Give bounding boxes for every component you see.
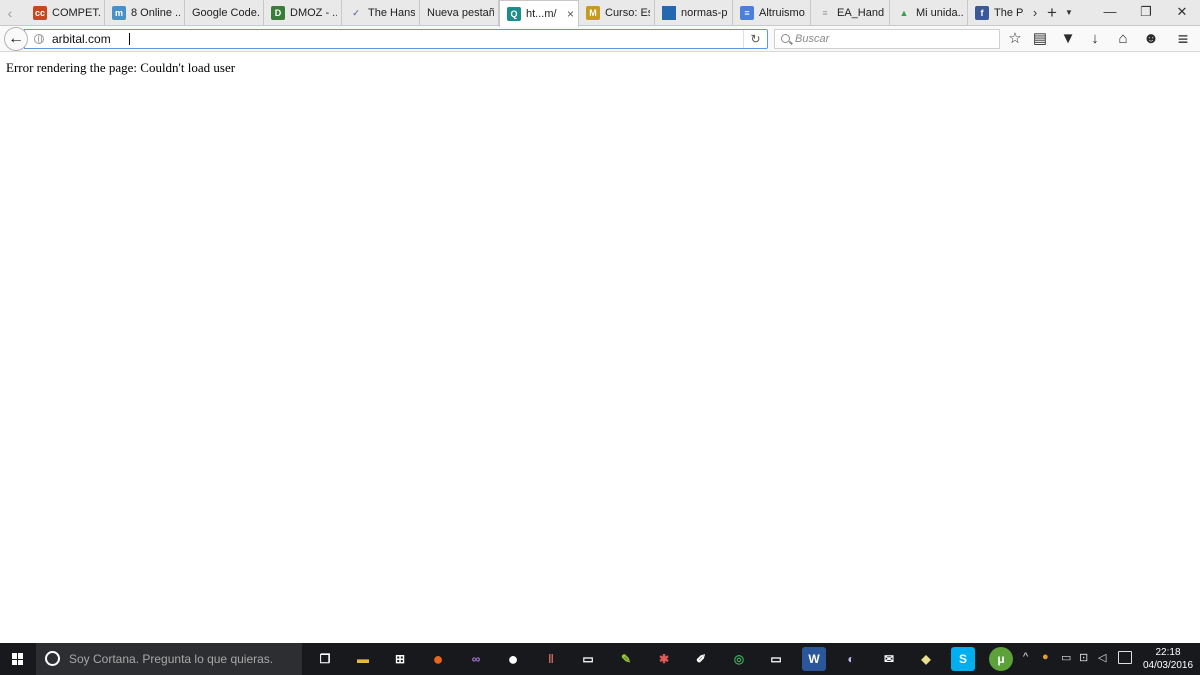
tab-label: normas-p... — [681, 7, 728, 19]
eclipse-icon[interactable]: ◐ — [839, 647, 863, 671]
clock-date: 04/03/2016 — [1142, 660, 1194, 671]
tab-active[interactable]: Q ht...m/ × — [499, 0, 579, 27]
close-tab-icon[interactable]: × — [561, 7, 574, 21]
store-icon[interactable]: ⊞ — [388, 647, 412, 671]
page-icon: Q — [507, 7, 521, 21]
docs-icon: ≡ — [740, 6, 754, 20]
restore-button[interactable]: ❐ — [1128, 0, 1164, 26]
bookmarks-list-icon[interactable]: ▤ — [1028, 26, 1052, 52]
url-input[interactable] — [52, 30, 732, 48]
hans-logo-icon: ✓ — [352, 8, 360, 18]
network-icon[interactable]: ⊡ — [1079, 651, 1088, 664]
windows-logo-icon — [12, 653, 24, 665]
tab-nueva-pestana[interactable]: Nueva pestaña — [420, 0, 499, 26]
tab-label: The Pare — [994, 7, 1024, 19]
search-input[interactable] — [795, 30, 995, 48]
tab-label: Mi unida... — [916, 7, 963, 19]
green-app-icon[interactable]: ◎ — [727, 647, 751, 671]
search-bar[interactable] — [774, 29, 1000, 49]
tab-label: DMOZ - ... — [290, 7, 337, 19]
tab-list: cc COMPET... m 8 Online ... Google Code.… — [26, 0, 1030, 27]
tab-curso[interactable]: M Curso: Est... — [579, 0, 655, 26]
tab-dmoz[interactable]: D DMOZ - ... — [264, 0, 342, 26]
globe-icon — [34, 34, 44, 44]
word-icon[interactable]: W — [802, 647, 826, 671]
tab-ea-hand[interactable]: ≡ EA_Hand... — [811, 0, 890, 26]
minimize-button[interactable]: — — [1092, 0, 1128, 26]
tab-label: Nueva pestaña — [427, 7, 494, 19]
clock[interactable]: 22:18 04/03/2016 — [1140, 646, 1196, 672]
new-tab-button[interactable]: + — [1044, 0, 1060, 26]
github-icon[interactable]: ● — [501, 647, 525, 671]
normas-logo-icon — [662, 6, 676, 20]
tab-the-pare[interactable]: f The Pare — [968, 0, 1028, 26]
mail-icon[interactable]: ✉ — [877, 647, 901, 671]
tab-strip: ‹ cc COMPET... m 8 Online ... Google Cod… — [0, 0, 1200, 27]
tab-list-dropdown-button[interactable]: ▼ — [1062, 0, 1076, 26]
tab-8-online[interactable]: m 8 Online ... — [105, 0, 185, 26]
curso-logo-icon: M — [586, 6, 600, 20]
clock-time: 22:18 — [1155, 647, 1181, 658]
action-center-icon[interactable] — [1118, 651, 1132, 664]
tabs-scroll-left-button[interactable]: ‹ — [0, 0, 20, 26]
drive-icon: ▲ — [899, 8, 909, 18]
tab-label: 8 Online ... — [131, 7, 180, 19]
terminal-icon[interactable]: ▭ — [764, 647, 788, 671]
dmoz-logo-icon: D — [271, 6, 285, 20]
security-icon[interactable]: ● — [1042, 651, 1049, 663]
error-message: Error rendering the page: Couldn't load … — [6, 60, 236, 75]
page-content: Error rendering the page: Couldn't load … — [0, 53, 1200, 643]
cortana-icon — [45, 651, 60, 666]
tab-compet[interactable]: cc COMPET... — [26, 0, 105, 26]
cortana-search-box[interactable]: Soy Cortana. Pregunta lo que quieras. — [36, 643, 302, 675]
back-button[interactable]: ← — [4, 27, 28, 51]
utorrent-icon[interactable]: μ — [989, 647, 1013, 671]
tab-label: Google Code... — [192, 7, 259, 19]
tab-altruismo[interactable]: ≡ Altruismo... — [733, 0, 811, 26]
tab-label: EA_Hand... — [837, 7, 885, 19]
taskbar: Soy Cortana. Pregunta lo que quieras. ❐ … — [0, 643, 1200, 675]
close-window-button[interactable]: ✕ — [1164, 0, 1200, 26]
menu-icon[interactable]: ≡ — [1171, 26, 1195, 52]
editor-icon[interactable]: ✎ — [614, 647, 638, 671]
home-icon[interactable]: ⌂ — [1111, 26, 1135, 52]
search-icon — [781, 34, 790, 43]
battery-icon[interactable]: ▭ — [1061, 651, 1071, 664]
cc-logo-icon: cc — [33, 6, 47, 20]
volume-icon[interactable]: ◁ — [1098, 651, 1106, 664]
tab-mi-unidad[interactable]: ▲ Mi unida... — [890, 0, 968, 26]
folder-app-icon[interactable]: ◆ — [914, 647, 938, 671]
start-button[interactable] — [0, 643, 36, 675]
spider-icon[interactable]: ✱ — [652, 647, 676, 671]
m-logo-icon: m — [112, 6, 126, 20]
visual-studio-icon[interactable]: ∞ — [464, 647, 488, 671]
tab-label: Altruismo... — [759, 7, 806, 19]
file-icon: ≡ — [822, 8, 828, 18]
tab-normas[interactable]: normas-p... — [655, 0, 733, 26]
tabs-scroll-right-button[interactable]: › — [1027, 0, 1043, 26]
download-icon[interactable]: ↓ — [1083, 26, 1107, 52]
notepad-icon[interactable]: ✐ — [689, 647, 713, 671]
pocket-icon[interactable]: ▼ — [1056, 26, 1080, 52]
tab-label: COMPET... — [52, 7, 100, 19]
file-explorer-icon[interactable]: ▬ — [351, 647, 375, 671]
tab-label: ht...m/ — [526, 8, 557, 20]
skype-icon[interactable]: S — [951, 647, 975, 671]
tab-the-hans[interactable]: ✓ The Hans... — [342, 0, 420, 26]
tab-label: Curso: Est... — [605, 7, 650, 19]
url-bar[interactable]: ↻ — [24, 29, 768, 49]
tab-google-code[interactable]: Google Code... — [185, 0, 264, 26]
reload-button[interactable]: ↻ — [743, 30, 767, 48]
text-caret — [129, 33, 130, 45]
firefox-icon[interactable]: ● — [426, 647, 450, 671]
tab-label: The Hans... — [368, 7, 415, 19]
task-view-icon[interactable]: ❐ — [313, 647, 337, 671]
show-hidden-icons-icon[interactable]: ^ — [1023, 651, 1028, 663]
console-icon[interactable]: ▭ — [576, 647, 600, 671]
facebook-icon: f — [975, 6, 989, 20]
bookmark-star-icon[interactable]: ☆ — [1003, 26, 1027, 52]
library-icon[interactable]: ‖ — [539, 647, 563, 671]
cortana-placeholder: Soy Cortana. Pregunta lo que quieras. — [69, 652, 274, 666]
chat-icon[interactable]: ☻ — [1139, 26, 1163, 52]
